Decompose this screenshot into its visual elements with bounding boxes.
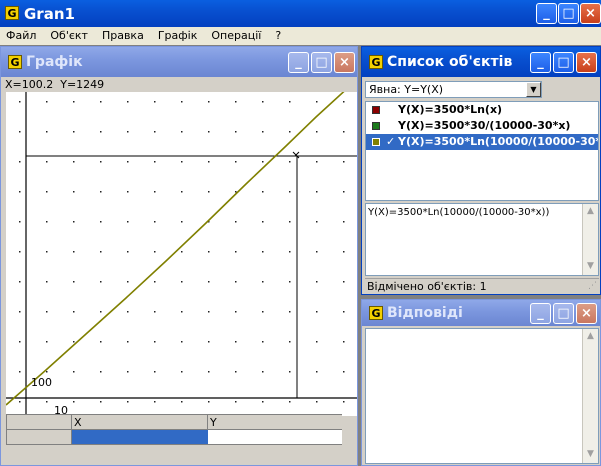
objects-maximize-button[interactable]: □ [553,52,574,73]
scroll-up-icon[interactable]: ▲ [583,206,598,216]
color-swatch [372,138,380,146]
list-item[interactable]: Y(X)=3500*30/(10000-30*x) [366,118,598,134]
selected-count-status: Відмічено об'єктів: 1 [367,280,487,293]
scroll-down-icon[interactable]: ▼ [583,449,598,459]
list-item-label: Y(X)=3500*30/(10000-30*x) [398,119,571,132]
scroll-up-icon[interactable]: ▲ [583,331,598,341]
menu-object[interactable]: Об'єкт [50,29,88,42]
scroll-down-icon[interactable]: ▼ [583,261,598,271]
table-header-x[interactable]: X [72,415,208,430]
answers-window-title: Відповіді [387,305,463,321]
graph-window-icon: G [8,55,22,69]
table-corner [7,415,72,430]
answers-textarea[interactable]: ▲ ▼ [365,328,599,464]
answers-window: G Відповіді _ □ × ▲ ▼ [361,299,601,466]
graph-close-button[interactable]: × [334,52,355,73]
app-close-button[interactable]: × [580,3,601,24]
objects-window-title: Список об'єктів [387,54,513,70]
color-swatch [372,122,380,130]
graph-window: G Графік _ □ × X=100.2 Y=1249 100 10 X Y [0,46,358,466]
y-tick-label: 100 [31,376,52,389]
object-type-select[interactable]: Явна: Y=Y(X) ▼ [365,81,542,98]
app-maximize-button[interactable]: □ [558,3,579,24]
objects-window: G Список об'єктів _ □ × Явна: Y=Y(X) ▼ Y… [361,46,601,295]
table-row-header [7,430,72,444]
chevron-down-icon[interactable]: ▼ [526,82,541,97]
list-item[interactable]: Y(X)=3500*Ln(x) [366,102,598,118]
menu-file[interactable]: Файл [6,29,36,42]
formula-scrollbar[interactable]: ▲ ▼ [582,204,598,275]
objects-window-icon: G [369,55,383,69]
app-title-bar[interactable]: G Gran1 _ □ × [0,0,601,27]
answers-close-button[interactable]: × [576,303,597,324]
objects-list: Y(X)=3500*Ln(x) Y(X)=3500*30/(10000-30*x… [365,101,599,201]
menu-operations[interactable]: Операції [211,29,261,42]
status-bar: Відмічено об'єктів: 1 ⋰ [365,278,599,293]
resize-grip-icon[interactable]: ⋰ [588,281,597,291]
objects-title-bar[interactable]: G Список об'єктів _ □ × [362,47,600,77]
table-cell-y[interactable] [208,430,342,444]
answers-title-bar[interactable]: G Відповіді _ □ × [362,300,600,326]
formula-textarea[interactable]: Y(X)=3500*Ln(10000/(10000-30*x)) ▲ ▼ [365,203,599,276]
plot-area[interactable]: 100 10 [6,92,357,416]
list-item-selected[interactable]: ✓ Y(X)=3500*Ln(10000/(10000-30* [366,134,598,150]
menu-edit[interactable]: Правка [102,29,144,42]
menu-bar: Файл Об'єкт Правка Графік Операції? [0,27,601,45]
answers-window-icon: G [369,306,383,320]
checkmark-icon: ✓ [386,135,396,148]
graph-title-bar[interactable]: G Графік _ □ × [1,47,357,77]
graph-window-title: Графік [26,54,83,70]
graph-minimize-button[interactable]: _ [288,52,309,73]
coordinate-readout: X=100.2 Y=1249 [5,78,105,91]
app-minimize-button[interactable]: _ [536,3,557,24]
app-title: Gran1 [24,5,75,23]
objects-close-button[interactable]: × [576,52,597,73]
color-swatch [372,106,380,114]
objects-minimize-button[interactable]: _ [530,52,551,73]
answers-maximize-button[interactable]: □ [553,303,574,324]
answers-minimize-button[interactable]: _ [530,303,551,324]
menu-help[interactable]: ? [275,29,281,42]
table-cell-x[interactable] [72,430,208,444]
list-item-label: Y(X)=3500*Ln(10000/(10000-30* [398,135,599,148]
answers-scrollbar[interactable]: ▲ ▼ [582,329,598,463]
graph-maximize-button[interactable]: □ [311,52,332,73]
formula-text: Y(X)=3500*Ln(10000/(10000-30*x)) [368,207,550,218]
object-type-value: Явна: Y=Y(X) [369,83,444,96]
app-icon: G [5,6,19,20]
data-table: X Y [6,414,342,445]
list-item-label: Y(X)=3500*Ln(x) [398,103,503,116]
menu-graph[interactable]: Графік [158,29,198,42]
table-header-y[interactable]: Y [208,415,342,430]
